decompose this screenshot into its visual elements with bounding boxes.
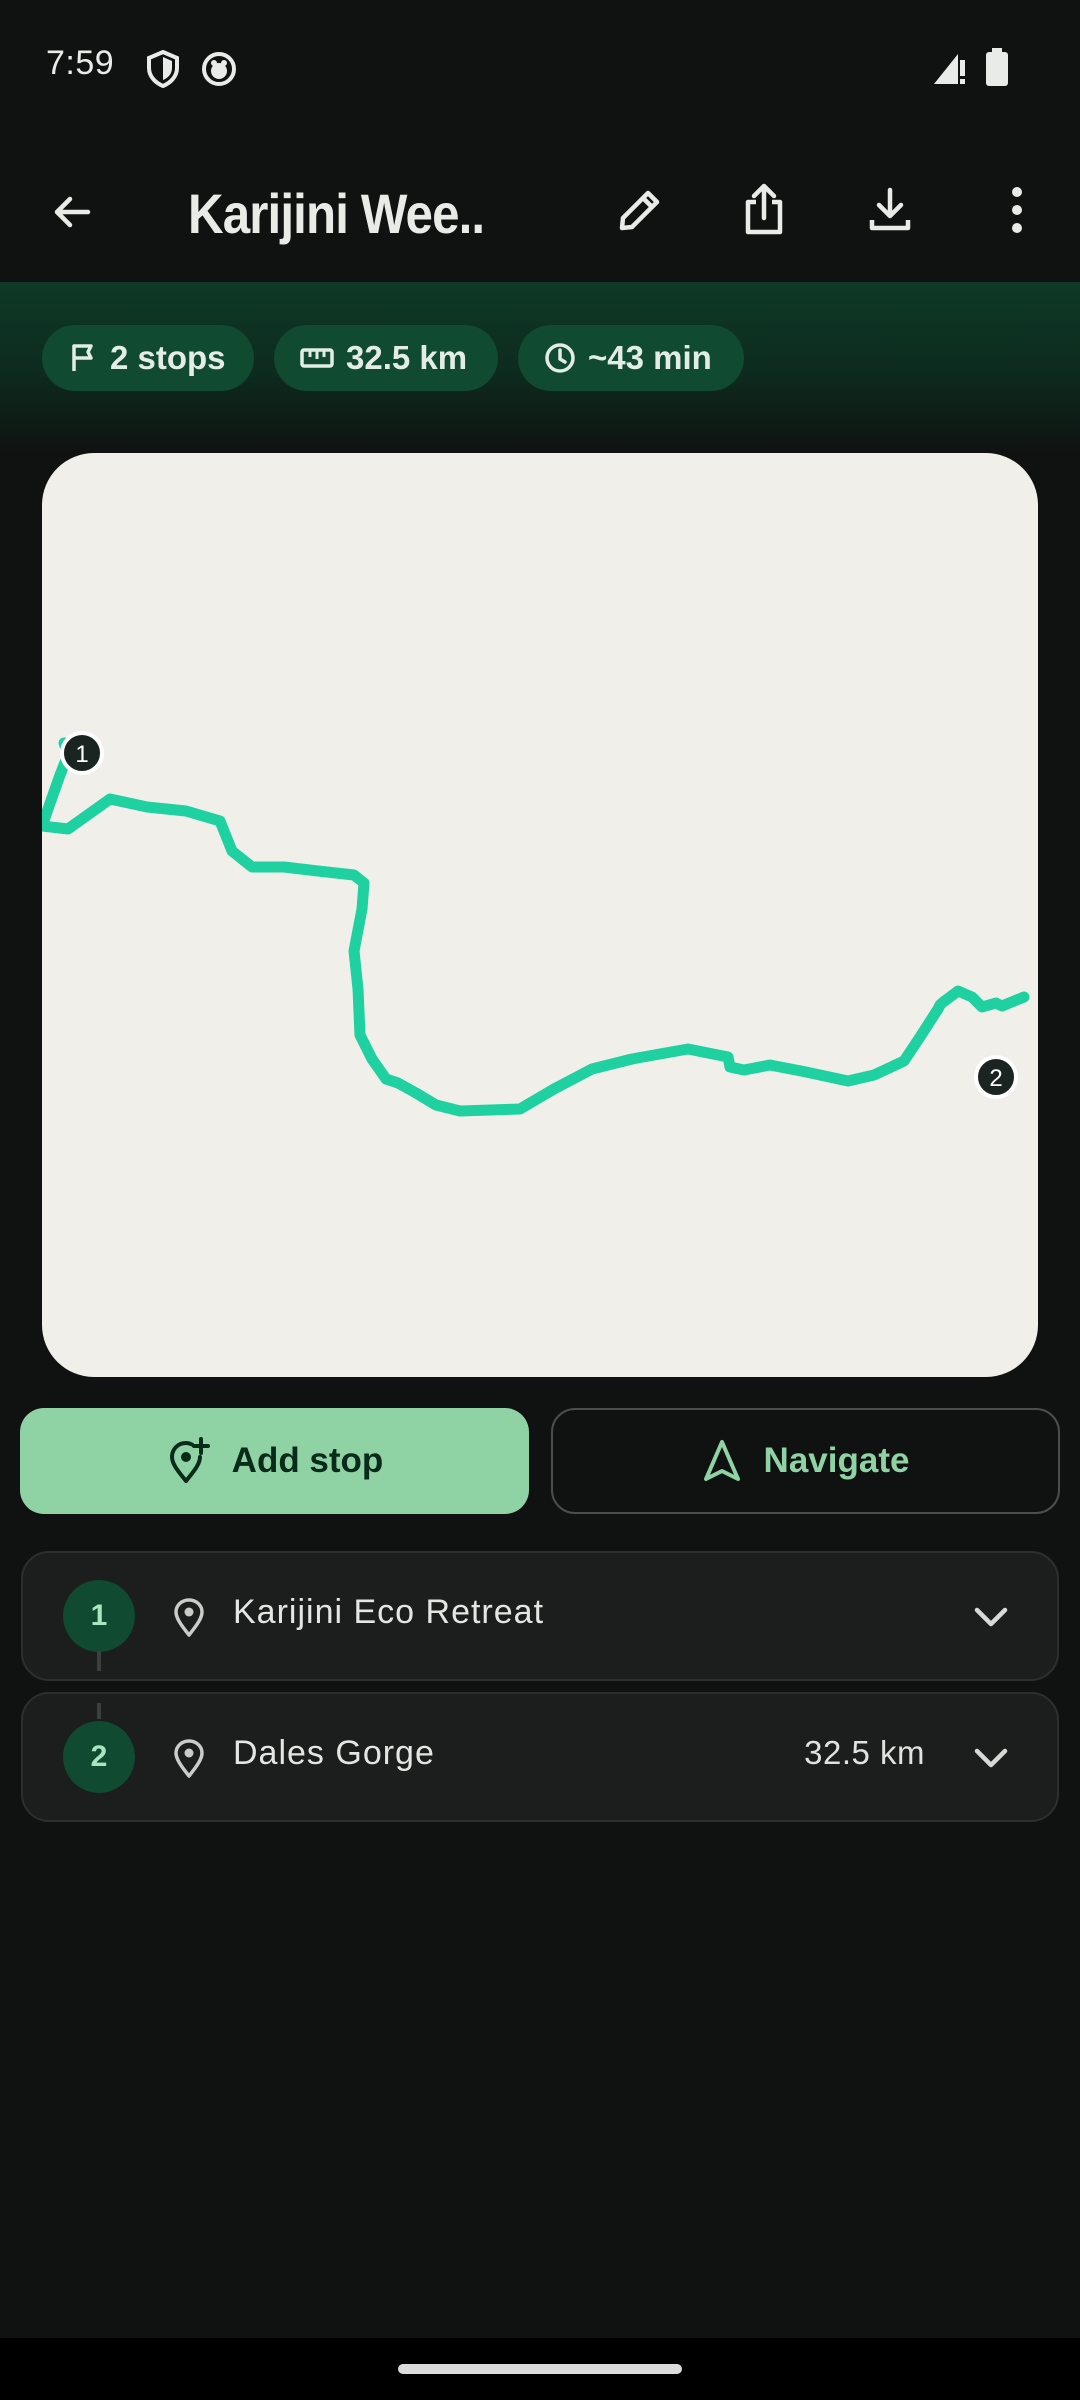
chevron-down-icon[interactable] [969,1595,1013,1639]
duration-chip: ~43 min [518,325,744,391]
stops-count-label: 2 stops [110,339,226,376]
more-options-button[interactable] [974,168,1060,252]
cell-signal-icon [934,54,965,84]
app-notification-icon [202,52,236,86]
chevron-down-icon[interactable] [969,1736,1013,1780]
location-pin-icon [174,1739,204,1778]
back-button[interactable] [30,170,114,254]
share-button[interactable] [722,168,806,252]
map-canvas[interactable]: 1 2 [42,453,1038,1377]
stop-name: Dales Gorge [233,1734,435,1772]
shield-icon [147,50,179,88]
download-icon [869,187,911,231]
map-marker-1-label: 1 [75,741,88,768]
navigate-label: Navigate [763,1441,910,1480]
ruler-icon [300,348,334,368]
navigation-arrow-icon [703,1440,740,1481]
route-map[interactable]: 1 2 [42,453,1038,1377]
stop-number-badge: 1 [63,1580,135,1652]
more-vert-icon [1012,187,1022,233]
add-location-icon [169,1437,210,1483]
stop-connector-line [97,1651,101,1671]
navigate-button[interactable]: Navigate [551,1408,1060,1514]
map-marker-2[interactable]: 2 [974,1055,1018,1099]
home-gesture-handle[interactable] [398,2364,682,2374]
flag-icon [72,344,93,371]
stop-name: Karijini Eco Retreat [233,1593,545,1631]
add-stop-label: Add stop [231,1441,384,1480]
distance-label: 32.5 km [346,339,468,376]
stop-distance: 32.5 km [804,1734,925,1771]
download-button[interactable] [848,168,932,252]
stop-list-item[interactable]: 2 Dales Gorge 32.5 km [21,1692,1059,1822]
stop-connector-line [97,1703,101,1719]
pencil-icon [619,190,660,231]
map-marker-2-label: 2 [989,1065,1002,1092]
route-line [42,749,1030,1117]
page-title: Karijini Wee... [188,182,488,245]
edit-button[interactable] [598,168,682,252]
distance-chip: 32.5 km [274,325,498,391]
status-time: 7:59 [46,44,115,82]
battery-icon [986,48,1008,86]
arrow-back-icon [54,196,91,228]
stops-count-chip: 2 stops [42,325,254,391]
stop-list-item[interactable]: 1 Karijini Eco Retreat [21,1551,1059,1681]
stop-number-badge: 2 [63,1721,135,1793]
map-marker-1[interactable]: 1 [60,731,104,775]
duration-label: ~43 min [588,339,712,376]
add-stop-button[interactable]: Add stop [20,1408,529,1514]
location-pin-icon [174,1598,204,1637]
share-upload-icon [745,183,783,235]
clock-icon [545,343,575,373]
